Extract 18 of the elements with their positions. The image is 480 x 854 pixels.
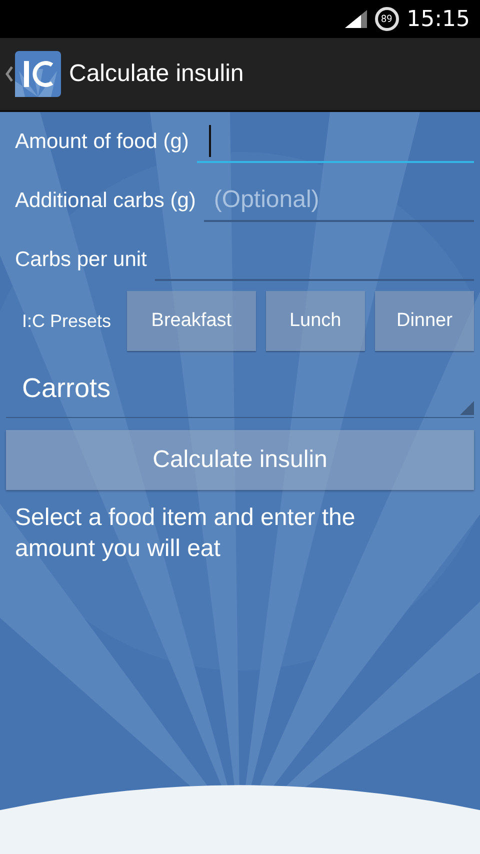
back-caret-icon[interactable]	[5, 66, 13, 82]
field-label: Carbs per unit	[15, 248, 147, 272]
input-field[interactable]: (Optional)	[204, 180, 474, 222]
presets-label: I:C Presets	[21, 310, 112, 332]
preset-button[interactable]: Dinner	[374, 291, 474, 351]
food-dropdown[interactable]: Carrots	[6, 359, 474, 418]
preset-button[interactable]: Breakfast	[127, 291, 256, 351]
calculate-button[interactable]: Calculate insulin	[6, 430, 474, 490]
preset-button[interactable]: Lunch	[266, 291, 365, 351]
clock: 15:15	[406, 6, 470, 32]
instruction-text: Select a food item and enter the amount you will eat	[15, 503, 356, 564]
field-label: Additional carbs (g)	[15, 188, 196, 212]
dropdown-corner-icon	[460, 401, 474, 415]
battery-level: 89	[380, 14, 392, 24]
screen-title: Calculate insulin	[69, 60, 244, 88]
app-logo-icon[interactable]	[15, 51, 61, 97]
signal-icon	[344, 10, 367, 28]
field-label: Amount of food (g)	[15, 130, 189, 154]
